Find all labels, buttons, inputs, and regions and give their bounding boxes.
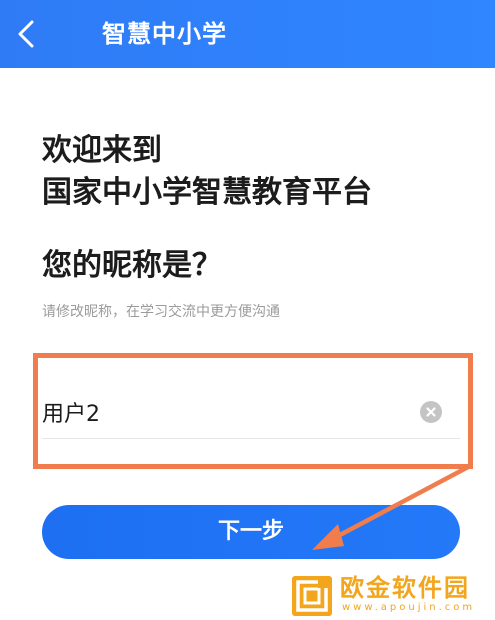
next-step-button[interactable]: 下一步: [42, 505, 460, 559]
page-title: 智慧中小学: [102, 20, 227, 48]
watermark-name: 欧金软件园: [340, 574, 470, 602]
watermark-logo-icon: [292, 576, 332, 616]
clear-input-button[interactable]: [420, 401, 442, 423]
app-header: 智慧中小学: [0, 0, 495, 68]
nickname-input[interactable]: [42, 392, 402, 432]
nickname-question: 您的昵称是？: [42, 248, 222, 283]
chevron-left-icon: [18, 20, 34, 48]
welcome-heading: 欢迎来到 国家中小学智慧教育平台: [42, 130, 372, 214]
watermark-url: www.apoujin.com: [342, 602, 476, 613]
welcome-line-1: 欢迎来到: [42, 133, 162, 168]
nickname-field: [42, 388, 460, 439]
back-button[interactable]: [12, 14, 42, 54]
nickname-hint: 请修改昵称，在学习交流中更方便沟通: [42, 304, 280, 320]
welcome-line-2: 国家中小学智慧教育平台: [42, 175, 372, 210]
clear-circle-icon: [426, 407, 436, 417]
watermark: 欧金软件园 www.apoujin.com: [292, 574, 492, 618]
